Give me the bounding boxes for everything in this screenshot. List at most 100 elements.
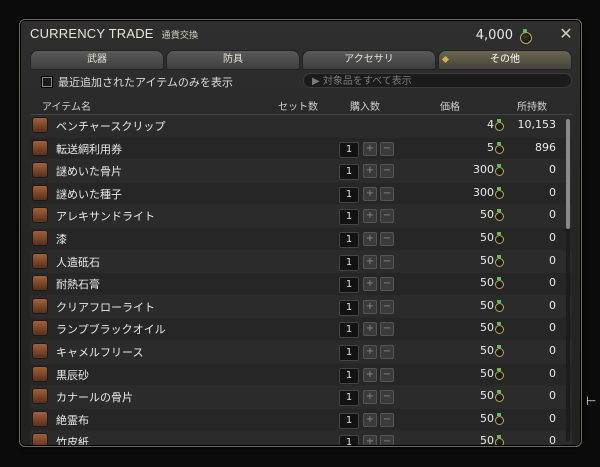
- quantity-plus-button[interactable]: +: [363, 390, 377, 405]
- item-row[interactable]: gem-icon アレキサンドライト 1 +− 50 0: [30, 205, 572, 228]
- quantity-plus-button[interactable]: +: [363, 367, 377, 382]
- tomestone-icon: [519, 28, 532, 44]
- tomestone-icon: [495, 344, 504, 357]
- quantity-minus-button[interactable]: −: [380, 390, 394, 405]
- tomestone-icon: [495, 367, 504, 380]
- item-owned: 0: [549, 230, 556, 244]
- quantity-field[interactable]: 1: [339, 254, 359, 271]
- quantity-minus-button[interactable]: −: [380, 231, 394, 246]
- item-list[interactable]: venture-icon ベンチャースクリップ 4 10,153 star-ticket…: [30, 114, 572, 445]
- quantity-plus-button[interactable]: +: [363, 209, 377, 224]
- item-row[interactable]: cloth-icon 絶霊布 1 +− 50 0: [30, 408, 572, 432]
- quantity-plus-button[interactable]: +: [363, 254, 377, 269]
- quantity-field[interactable]: 1: [339, 412, 359, 429]
- quantity-field[interactable]: 1: [339, 299, 359, 316]
- quantity-field[interactable]: 1: [339, 141, 359, 158]
- item-name: カナールの骨片: [56, 391, 133, 405]
- tab-other-label: その他: [490, 54, 520, 65]
- col-head-owned: 所持数: [517, 102, 547, 113]
- item-row[interactable]: bone-chest-icon 謎めいた骨片 1 +− 300 0: [30, 160, 572, 183]
- quantity-field[interactable]: 1: [339, 344, 359, 361]
- quantity-minus-button[interactable]: −: [380, 435, 394, 445]
- tomestone-icon: [495, 231, 504, 244]
- item-name: ベンチャースクリップ: [56, 120, 166, 133]
- item-row[interactable]: bone-icon カナールの骨片 1 +− 50 0: [30, 386, 572, 409]
- quantity-plus-button[interactable]: +: [363, 186, 377, 201]
- quantity-plus-button[interactable]: +: [363, 299, 377, 314]
- quantity-minus-button[interactable]: −: [380, 412, 394, 427]
- quantity-minus-button[interactable]: −: [380, 209, 394, 224]
- quantity-minus-button[interactable]: −: [380, 186, 394, 201]
- quantity-minus-button[interactable]: −: [380, 344, 394, 359]
- quantity-field[interactable]: 1: [339, 322, 359, 339]
- item-row[interactable]: seed-chest-icon 謎めいた種子 1 +− 300 0: [30, 182, 572, 206]
- quantity-minus-button[interactable]: −: [380, 141, 394, 156]
- quantity-field[interactable]: 1: [339, 209, 359, 226]
- quantity-plus-button[interactable]: +: [363, 322, 377, 337]
- target-filter-dropdown[interactable]: ▶ 対象品をすべて表示: [303, 73, 572, 88]
- item-row[interactable]: cinnabar-icon 黒辰砂 1 +− 50 0: [30, 363, 572, 387]
- quantity-minus-button[interactable]: −: [380, 367, 394, 382]
- item-owned: 0: [549, 298, 556, 312]
- recent-filter[interactable]: 最近追加されたアイテムのみを表示: [42, 74, 233, 90]
- quantity-minus-button[interactable]: −: [380, 164, 394, 179]
- item-name: 漆: [56, 232, 67, 246]
- quantity-minus-button[interactable]: −: [380, 277, 394, 292]
- item-owned: 0: [549, 321, 556, 335]
- tab-other[interactable]: その他: [438, 50, 572, 70]
- item-icons-6: whetstone-icon: [32, 252, 48, 269]
- quantity-field[interactable]: 1: [339, 186, 359, 203]
- scrollbar-thumb[interactable]: [566, 119, 570, 229]
- item-row[interactable]: oil-icon ランプブラックオイル 1 +− 50 0: [30, 318, 572, 341]
- quantity-minus-button[interactable]: −: [380, 254, 394, 269]
- recent-only-checkbox[interactable]: [42, 77, 52, 87]
- item-price: 4: [487, 118, 494, 131]
- quantity-field[interactable]: 1: [339, 231, 359, 248]
- item-name: 竹皮紙: [56, 436, 89, 445]
- item-row[interactable]: lacquer-icon 漆 1 +− 50 0: [30, 227, 572, 251]
- item-row[interactable]: gypsum-icon 耐熱石膏 1 +− 50 0: [30, 273, 572, 296]
- item-row[interactable]: fleece-icon キャメルフリース 1 +− 50 0: [30, 340, 572, 364]
- tab-weapons[interactable]: 武器: [30, 50, 164, 70]
- quantity-field[interactable]: 1: [339, 164, 359, 181]
- quantity-field[interactable]: 1: [339, 435, 359, 445]
- close-icon[interactable]: ✕: [557, 25, 575, 43]
- quantity-field[interactable]: 1: [339, 390, 359, 407]
- item-name: 絶霊布: [56, 413, 89, 427]
- quantity-plus-button[interactable]: +: [363, 231, 377, 246]
- quantity-plus-button[interactable]: +: [363, 344, 377, 359]
- item-price: 50: [480, 298, 494, 312]
- quantity-plus-button[interactable]: +: [363, 412, 377, 427]
- item-row[interactable]: venture-icon ベンチャースクリップ 4 10,153: [30, 115, 572, 138]
- item-price: 5: [487, 140, 494, 154]
- quantity-field[interactable]: 1: [339, 277, 359, 294]
- tab-armor[interactable]: 防具: [166, 50, 300, 70]
- quantity-field[interactable]: 1: [339, 367, 359, 384]
- item-name: 黒辰砂: [56, 368, 89, 382]
- tomestone-icon: [495, 186, 504, 199]
- item-icons-14: paper-icon: [32, 433, 48, 445]
- item-row[interactable]: fluorite-icon クリアフローライト 1 +− 50 0: [30, 295, 572, 319]
- recent-only-label: 最近追加されたアイテムのみを表示: [58, 76, 233, 89]
- quantity-plus-button[interactable]: +: [363, 435, 377, 445]
- item-row[interactable]: paper-icon 竹皮紙 1 +− 50 0: [30, 431, 572, 445]
- tomestone-icon: [495, 435, 504, 445]
- window-title-text: CURRENCY TRADE: [30, 26, 154, 41]
- quantity-plus-button[interactable]: +: [363, 277, 377, 292]
- quantity-minus-button[interactable]: −: [380, 322, 394, 337]
- tomestone-icon: [495, 164, 504, 177]
- tomestone-icon: [495, 412, 504, 425]
- quantity-minus-button[interactable]: −: [380, 299, 394, 314]
- quantity-plus-button[interactable]: +: [363, 164, 377, 179]
- tomestone-icon: [495, 390, 504, 403]
- item-owned: 0: [549, 366, 556, 380]
- item-row[interactable]: star-ticket-icon 転送網利用券 1 +− 5 896: [30, 137, 572, 161]
- quantity-plus-button[interactable]: +: [363, 141, 377, 156]
- item-icons-11: cinnabar-icon: [32, 365, 48, 382]
- currency-trade-window: CURRENCY TRADE 通貨交換 4,000 ✕ 武器 防具 アクセサリ …: [19, 19, 582, 447]
- tab-accessories[interactable]: アクセサリ: [302, 50, 436, 70]
- list-scrollbar[interactable]: [566, 119, 570, 441]
- item-icons-4: gem-icon: [32, 207, 48, 224]
- item-row[interactable]: whetstone-icon 人造砥石 1 +− 50 0: [30, 250, 572, 274]
- tomestone-icon: [495, 322, 504, 335]
